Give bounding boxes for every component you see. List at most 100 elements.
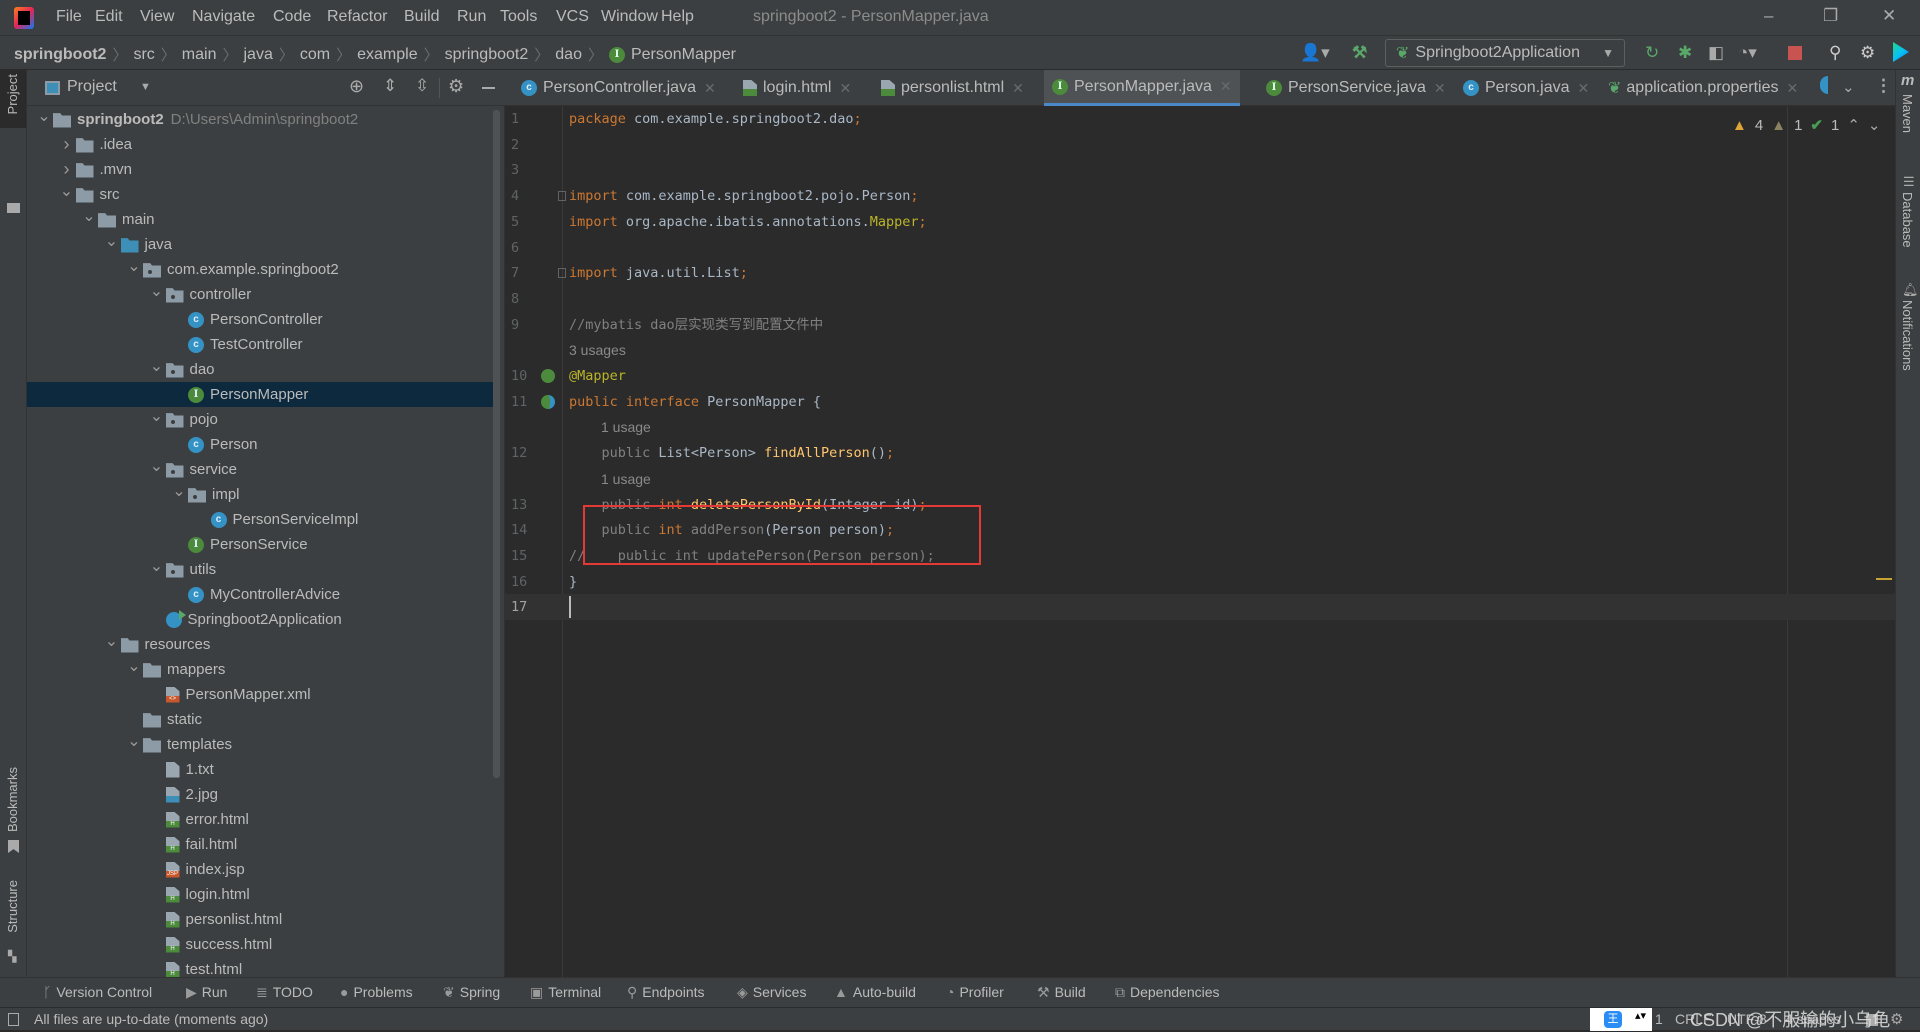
tool-window-services[interactable]: ◈ Services: [737, 984, 806, 1001]
mybatis-mapper-gutter-icon[interactable]: [541, 369, 555, 383]
close-tab-icon[interactable]: ✕: [1578, 80, 1590, 97]
tab-personcontroller-java[interactable]: c PersonController.java ✕: [513, 70, 724, 106]
close-tab-icon[interactable]: ✕: [1012, 80, 1024, 97]
menu-view[interactable]: View: [140, 8, 174, 26]
breadcrumb-item[interactable]: main: [182, 46, 217, 64]
menu-tools[interactable]: Tools: [500, 8, 537, 26]
tree-item[interactable]: 2.jpg: [27, 782, 499, 807]
maven-stripe-button[interactable]: Maven: [1900, 94, 1915, 133]
project-tree-scrollbar[interactable]: [493, 110, 500, 778]
implemented-gutter-icon[interactable]: [541, 394, 555, 409]
chevron-down-icon[interactable]: ▼: [140, 81, 151, 93]
tree-item[interactable]: c MyControllerAdvice: [27, 582, 499, 607]
tool-window-run[interactable]: ▶ Run: [186, 984, 227, 1001]
project-stripe-button[interactable]: Project: [0, 70, 26, 128]
tree-item[interactable]: ⌄ com.example.springboot2: [27, 257, 499, 282]
tree-item[interactable]: I PersonService: [27, 532, 499, 557]
tree-item[interactable]: Hfail.html: [27, 832, 499, 857]
menu-vcs[interactable]: VCS: [556, 8, 589, 26]
tree-item[interactable]: ⌄ resources: [27, 632, 499, 657]
breadcrumb-item[interactable]: com: [300, 46, 330, 64]
stop-icon[interactable]: [1788, 46, 1802, 60]
tree-item[interactable]: <> PersonMapper.xml: [27, 682, 499, 707]
tab-personmapper-java[interactable]: I PersonMapper.java ✕: [1044, 70, 1240, 106]
tree-item[interactable]: Herror.html: [27, 807, 499, 832]
tab-login-html[interactable]: login.html ✕: [735, 70, 859, 106]
tree-item[interactable]: I PersonMapper: [27, 382, 499, 407]
tool-window-problems[interactable]: ● Problems: [340, 984, 413, 1000]
menu-refactor[interactable]: Refactor: [327, 8, 387, 26]
more-options-icon[interactable]: ⋮: [1875, 76, 1892, 96]
breadcrumb-item[interactable]: springboot2: [445, 46, 529, 64]
breadcrumb-item[interactable]: springboot2: [14, 46, 106, 64]
build-hammer-icon[interactable]: ⚒: [1352, 44, 1367, 62]
tool-window-todo[interactable]: ≣ TODO: [256, 984, 313, 1001]
profile-icon[interactable]: ◔▾: [1738, 44, 1757, 62]
menu-file[interactable]: File: [56, 8, 82, 26]
chevron-down-icon[interactable]: ⌄: [103, 231, 121, 251]
rerun-icon[interactable]: ↻: [1645, 44, 1659, 62]
toolbox-icon[interactable]: [1893, 42, 1909, 62]
close-button[interactable]: ✕: [1882, 6, 1896, 26]
chevron-down-icon[interactable]: ⌄: [80, 206, 98, 226]
usage-hint[interactable]: 1 usage: [601, 466, 651, 492]
breadcrumb-item[interactable]: src: [133, 46, 154, 64]
tree-item[interactable]: ⌄ mappers: [27, 657, 499, 682]
menu-navigate[interactable]: Navigate: [192, 8, 255, 26]
chevron-down-icon[interactable]: ⌄: [148, 281, 166, 301]
tool-window-build[interactable]: ⚒ Build: [1037, 984, 1086, 1001]
tree-item[interactable]: Springboot2Application: [27, 607, 499, 632]
chevron-right-icon[interactable]: ›: [58, 159, 76, 180]
menu-help[interactable]: Help: [661, 8, 694, 26]
structure-stripe-button[interactable]: Structure: [5, 880, 20, 933]
tree-item[interactable]: Hlogin.html: [27, 882, 499, 907]
restore-button[interactable]: ❐: [1823, 6, 1838, 26]
tree-item[interactable]: c PersonServiceImpl: [27, 507, 499, 532]
chevron-right-icon[interactable]: ›: [58, 134, 76, 155]
tree-item[interactable]: ⌄ templates: [27, 732, 499, 757]
tree-item[interactable]: ⌄ springboot2 D:\Users\Admin\springboot2: [27, 107, 499, 132]
tool-window-profiler[interactable]: ◔ Profiler: [946, 984, 1004, 1000]
close-tab-icon[interactable]: ✕: [1787, 80, 1799, 97]
event-log-icon[interactable]: ⚙: [1890, 1010, 1903, 1028]
chevron-down-icon[interactable]: ⌄: [35, 106, 53, 126]
breadcrumb-item[interactable]: example: [357, 46, 417, 64]
tree-item[interactable]: ⌄ service: [27, 457, 499, 482]
tree-item[interactable]: Hsuccess.html: [27, 932, 499, 957]
tool-window-dependencies[interactable]: ⧉ Dependencies: [1115, 984, 1220, 1001]
tree-item[interactable]: Htest.html: [27, 957, 499, 977]
tree-item[interactable]: ⌄ controller: [27, 282, 499, 307]
database-stripe-button[interactable]: Database: [1900, 192, 1915, 248]
fold-marker-icon[interactable]: [558, 191, 566, 202]
tree-item[interactable]: ⌄ impl: [27, 482, 499, 507]
chevron-down-icon[interactable]: ⌄: [148, 556, 166, 576]
close-tab-icon[interactable]: ✕: [839, 80, 851, 97]
tab-personservice-java[interactable]: I PersonService.java ✕: [1258, 70, 1454, 106]
menu-window[interactable]: Window: [601, 8, 658, 26]
chevron-down-icon[interactable]: ⌄: [125, 656, 143, 676]
tool-window-terminal[interactable]: ▣ Terminal: [530, 984, 601, 1001]
tab-list-chevron-icon[interactable]: ⌄: [1842, 78, 1855, 96]
coverage-icon[interactable]: ◧: [1708, 44, 1724, 62]
notifications-stripe-button[interactable]: Notifications: [1900, 300, 1915, 371]
breadcrumb-current[interactable]: PersonMapper: [631, 46, 736, 64]
tree-item[interactable]: ⌄ src: [27, 182, 499, 207]
chevron-down-icon[interactable]: ⌄: [148, 356, 166, 376]
search-icon[interactable]: ⚲: [1829, 44, 1841, 62]
usage-hint[interactable]: 1 usage: [601, 414, 651, 440]
settings-gear-icon[interactable]: ⚙: [448, 76, 464, 97]
tree-item[interactable]: › .idea: [27, 132, 499, 157]
chevron-down-icon[interactable]: ⌄: [125, 256, 143, 276]
error-stripe-marker[interactable]: [1876, 578, 1892, 580]
tree-item[interactable]: JSP index.jsp: [27, 857, 499, 882]
menu-code[interactable]: Code: [273, 8, 311, 26]
tool-windows-toggle-icon[interactable]: [8, 1013, 19, 1026]
close-tab-icon[interactable]: ✕: [704, 80, 716, 97]
tool-window-spring[interactable]: ❦ Spring: [443, 984, 500, 1001]
expand-all-icon[interactable]: ⇕: [383, 76, 397, 96]
chevron-down-icon[interactable]: ⌄: [103, 631, 121, 651]
input-method-widget[interactable]: 王 ▴▾: [1590, 1008, 1652, 1031]
bookmarks-stripe-button[interactable]: Bookmarks: [5, 767, 20, 832]
tool-window-endpoints[interactable]: ⚲ Endpoints: [627, 984, 705, 1001]
tool-window-version-control[interactable]: ᚴ Version Control: [43, 984, 152, 1000]
